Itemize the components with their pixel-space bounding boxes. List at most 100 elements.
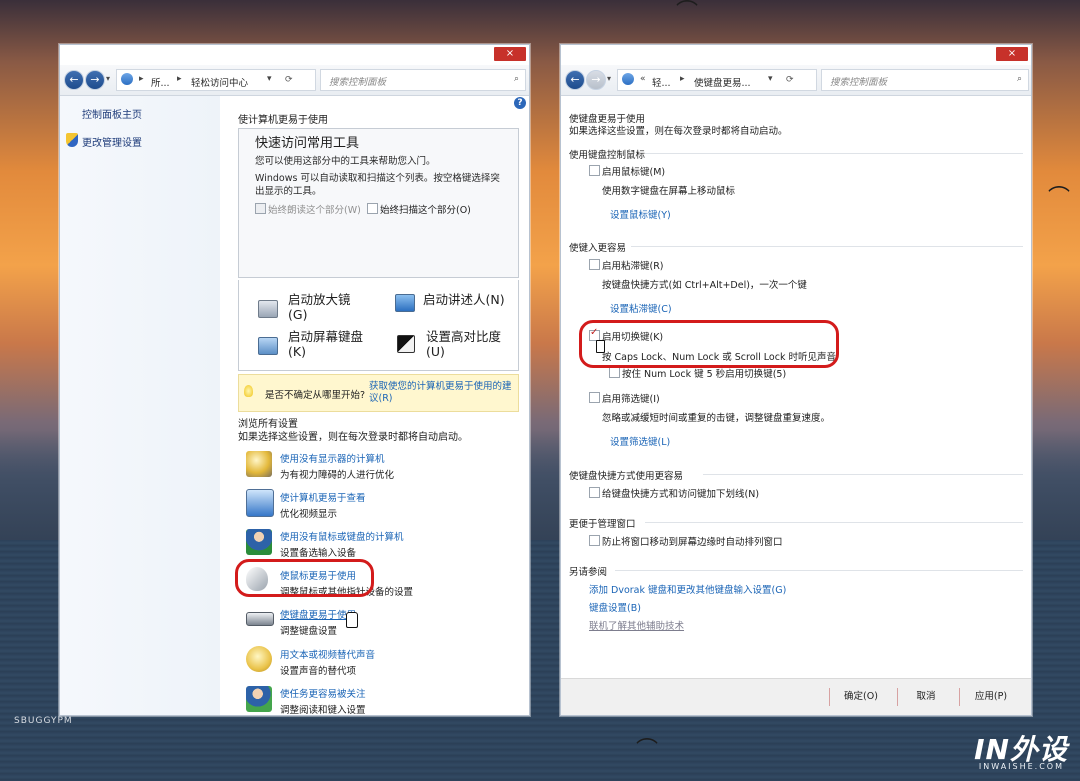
refresh-icon[interactable]: ⟳ bbox=[285, 75, 293, 85]
title-bar: × bbox=[561, 45, 1031, 65]
watermark-url: INWAISHE.COM bbox=[978, 762, 1064, 771]
keyboard-settings-link[interactable]: 键盘设置(B) bbox=[589, 600, 641, 614]
refresh-icon[interactable]: ⟳ bbox=[786, 75, 794, 85]
setting-desc-6: 调整阅读和键入设置 bbox=[280, 705, 366, 716]
sticky-keys-checkbox[interactable] bbox=[589, 259, 600, 270]
watermark-left: SBUGGYPM bbox=[14, 716, 73, 726]
sticky-keys-desc: 按键盘快捷方式(如 Ctrl+Alt+Del)，一次一个键 bbox=[602, 280, 807, 291]
search-box[interactable]: 搜索控制面板 ⌕ bbox=[821, 69, 1029, 91]
breadcrumb-all[interactable]: 所... bbox=[151, 75, 170, 89]
see-also-title: 另请参阅 bbox=[569, 567, 608, 578]
online-assistive-tech-link[interactable]: 联机了解其他辅助技术 bbox=[589, 618, 684, 632]
close-button[interactable]: × bbox=[996, 47, 1028, 61]
prevent-snap-checkbox[interactable] bbox=[589, 535, 600, 546]
ease-of-access-center-window: × ← → ▾ ▸ 所... ▸ 轻松访问中心 ▾ ⟳ 搜索控制面板 ⌕ 控制面… bbox=[59, 44, 530, 716]
always-read-checkbox[interactable] bbox=[255, 203, 266, 214]
close-button[interactable]: × bbox=[494, 47, 526, 61]
breadcrumb-ease-of-access[interactable]: 轻... bbox=[652, 75, 671, 89]
chevron-down-icon[interactable]: ▾ bbox=[267, 74, 272, 84]
sidebar-control-panel-home[interactable]: 控制面板主页 bbox=[82, 106, 142, 121]
setting-desc-1: 优化视频显示 bbox=[280, 509, 338, 520]
sticky-keys-label: 启用粘滞键(R) bbox=[602, 261, 664, 272]
focus-user-icon bbox=[246, 686, 272, 712]
address-bar: ← → ▾ « 轻... ▸ 使键盘更易... ▾ ⟳ 搜索控制面板 ⌕ bbox=[561, 65, 1031, 96]
breadcrumb-ease-of-access[interactable]: 轻松访问中心 bbox=[191, 75, 248, 89]
get-recommendations-link[interactable]: 获取使您的计算机更易于使用的建议(R) bbox=[369, 381, 514, 405]
always-scan-checkbox[interactable] bbox=[367, 203, 378, 214]
section-title: 使计算机更易于使用 bbox=[238, 115, 328, 126]
filter-keys-checkbox[interactable] bbox=[589, 392, 600, 403]
forward-button[interactable]: → bbox=[85, 70, 105, 90]
highlight-annotation bbox=[579, 320, 839, 368]
main-content: 使键盘更易于使用 如果选择这些设置，则在每次登录时都将自动启动。 使用键盘控制鼠… bbox=[561, 96, 1031, 679]
start-magnifier-button[interactable]: 启动放大镜 (G) bbox=[288, 292, 351, 322]
setting-link-0[interactable]: 使用没有显示器的计算机 bbox=[280, 451, 385, 465]
setting-link-5[interactable]: 用文本或视频替代声音 bbox=[280, 647, 375, 661]
quick-access-desc: 出显示的工具。 bbox=[255, 186, 322, 197]
quick-access-desc: 您可以使用这部分中的工具来帮助您入门。 bbox=[255, 156, 436, 167]
page-desc: 如果选择这些设置，则在每次登录时都将自动启动。 bbox=[569, 126, 788, 137]
numlock-toggle-label: 按住 Num Lock 键 5 秒启用切换键(5) bbox=[622, 369, 787, 380]
mouse-section-title: 使用键盘控制鼠标 bbox=[569, 150, 646, 161]
narrator-icon bbox=[395, 294, 415, 312]
setting-desc-0: 为有视力障碍的人进行优化 bbox=[280, 470, 395, 481]
set-high-contrast-button[interactable]: 设置高对比度 (U) bbox=[426, 329, 501, 359]
setting-link-1[interactable]: 使计算机更易于查看 bbox=[280, 490, 366, 504]
always-read-label: 始终朗读这个部分(W) bbox=[268, 205, 361, 216]
breadcrumb-keyboard[interactable]: 使键盘更易... bbox=[694, 75, 751, 89]
search-icon[interactable]: ⌕ bbox=[514, 74, 519, 84]
chevron-down-icon[interactable]: ▾ bbox=[106, 74, 110, 83]
quick-access-panel: 快速访问常用工具 您可以使用这部分中的工具来帮助您入门。 Windows 可以自… bbox=[238, 128, 519, 278]
magnifier-icon bbox=[258, 300, 278, 318]
underline-shortcuts-label: 给键盘快捷方式和访问键加下划线(N) bbox=[602, 489, 760, 500]
setting-link-6[interactable]: 使任务更容易被关注 bbox=[280, 686, 366, 700]
back-button[interactable]: ← bbox=[64, 70, 84, 90]
filter-keys-label: 启用筛选键(I) bbox=[602, 394, 660, 405]
setting-desc-4: 调整键盘设置 bbox=[280, 626, 338, 637]
setting-link-4[interactable]: 使键盘更易于使用 bbox=[280, 607, 356, 621]
keyboard-icon bbox=[246, 612, 274, 626]
breadcrumb[interactable]: ▸ 所... ▸ 轻松访问中心 ▾ ⟳ bbox=[116, 69, 316, 91]
sidebar-change-admin-settings[interactable]: 更改管理设置 bbox=[82, 134, 142, 149]
display-less-icon bbox=[246, 451, 272, 477]
bird-icon: ⌒ bbox=[1048, 186, 1071, 211]
chevron-down-icon[interactable]: ▾ bbox=[768, 74, 773, 84]
search-input[interactable]: 搜索控制面板 bbox=[329, 74, 386, 88]
start-narrator-button[interactable]: 启动讲述人(N) bbox=[423, 292, 505, 307]
ok-button[interactable]: 确定(O) bbox=[829, 688, 892, 706]
chevron-down-icon[interactable]: ▾ bbox=[607, 74, 611, 83]
on-screen-keyboard-icon bbox=[258, 337, 278, 355]
setting-desc-5: 设置声音的替代项 bbox=[280, 666, 357, 677]
address-bar: ← → ▾ ▸ 所... ▸ 轻松访问中心 ▾ ⟳ 搜索控制面板 ⌕ bbox=[60, 65, 529, 96]
search-icon[interactable]: ⌕ bbox=[1017, 74, 1022, 84]
underline-shortcuts-checkbox[interactable] bbox=[589, 487, 600, 498]
setup-sticky-keys-link[interactable]: 设置粘滞键(C) bbox=[610, 301, 672, 315]
typing-section-title: 使键入更容易 bbox=[569, 243, 627, 254]
control-panel-icon bbox=[121, 73, 133, 85]
control-panel-icon bbox=[622, 73, 634, 85]
mouse-keys-checkbox[interactable] bbox=[589, 165, 600, 176]
tip-question: 是否不确定从哪里开始? bbox=[265, 390, 366, 401]
mouse-keys-label: 启用鼠标键(M) bbox=[602, 167, 666, 178]
back-button[interactable]: ← bbox=[565, 70, 585, 90]
search-box[interactable]: 搜索控制面板 ⌕ bbox=[320, 69, 526, 91]
prevent-snap-label: 防止将窗口移动到屏幕边缘时自动排列窗口 bbox=[602, 537, 783, 548]
setup-filter-keys-link[interactable]: 设置筛选键(L) bbox=[610, 434, 670, 448]
cancel-button[interactable]: 取消 bbox=[897, 688, 954, 706]
apply-button[interactable]: 应用(P) bbox=[959, 688, 1022, 706]
user-icon bbox=[246, 529, 272, 555]
sidebar: 控制面板主页 更改管理设置 bbox=[60, 96, 220, 715]
high-contrast-icon bbox=[397, 335, 415, 353]
setup-mouse-keys-link[interactable]: 设置鼠标键(Y) bbox=[610, 207, 671, 221]
breadcrumb[interactable]: « 轻... ▸ 使键盘更易... ▾ ⟳ bbox=[617, 69, 817, 91]
search-input[interactable]: 搜索控制面板 bbox=[830, 74, 887, 88]
forward-button[interactable]: → bbox=[586, 70, 606, 90]
mouse-keys-desc: 使用数字键盘在屏幕上移动鼠标 bbox=[602, 186, 736, 197]
quick-access-desc: Windows 可以自动读取和扫描这个列表。按空格键选择突 bbox=[255, 173, 500, 184]
start-osk-button[interactable]: 启动屏幕键盘 (K) bbox=[288, 329, 363, 359]
setting-link-2[interactable]: 使用没有鼠标或键盘的计算机 bbox=[280, 529, 404, 543]
dvorak-settings-link[interactable]: 添加 Dvorak 键盘和更改其他键盘输入设置(G) bbox=[589, 582, 786, 596]
title-bar: × bbox=[60, 45, 529, 65]
main-content: 使计算机更易于使用 快速访问常用工具 您可以使用这部分中的工具来帮助您入门。 W… bbox=[220, 96, 529, 716]
numlock-toggle-checkbox[interactable] bbox=[609, 367, 620, 378]
